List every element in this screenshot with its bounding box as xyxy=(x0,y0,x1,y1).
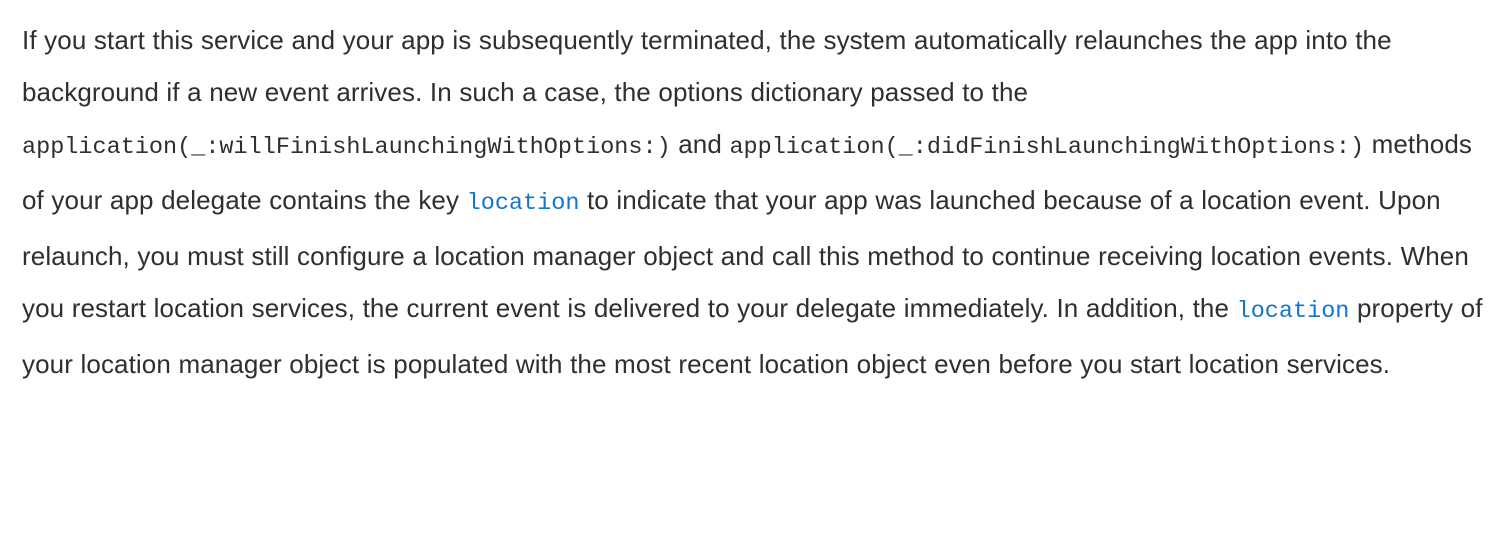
code-span-did-finish-launching: application(_:didFinishLaunchingWithOpti… xyxy=(729,134,1365,161)
documentation-paragraph: If you start this service and your app i… xyxy=(22,14,1490,390)
documentation-content-area: If you start this service and your app i… xyxy=(0,0,1504,544)
code-link-location-key[interactable]: location xyxy=(467,190,580,217)
code-link-location-property[interactable]: location xyxy=(1237,298,1350,325)
paragraph-text-segment-2: and xyxy=(670,129,730,159)
paragraph-text-segment-1: If you start this service and your app i… xyxy=(22,25,1392,107)
code-span-will-finish-launching: application(_:willFinishLaunchingWithOpt… xyxy=(22,134,671,161)
